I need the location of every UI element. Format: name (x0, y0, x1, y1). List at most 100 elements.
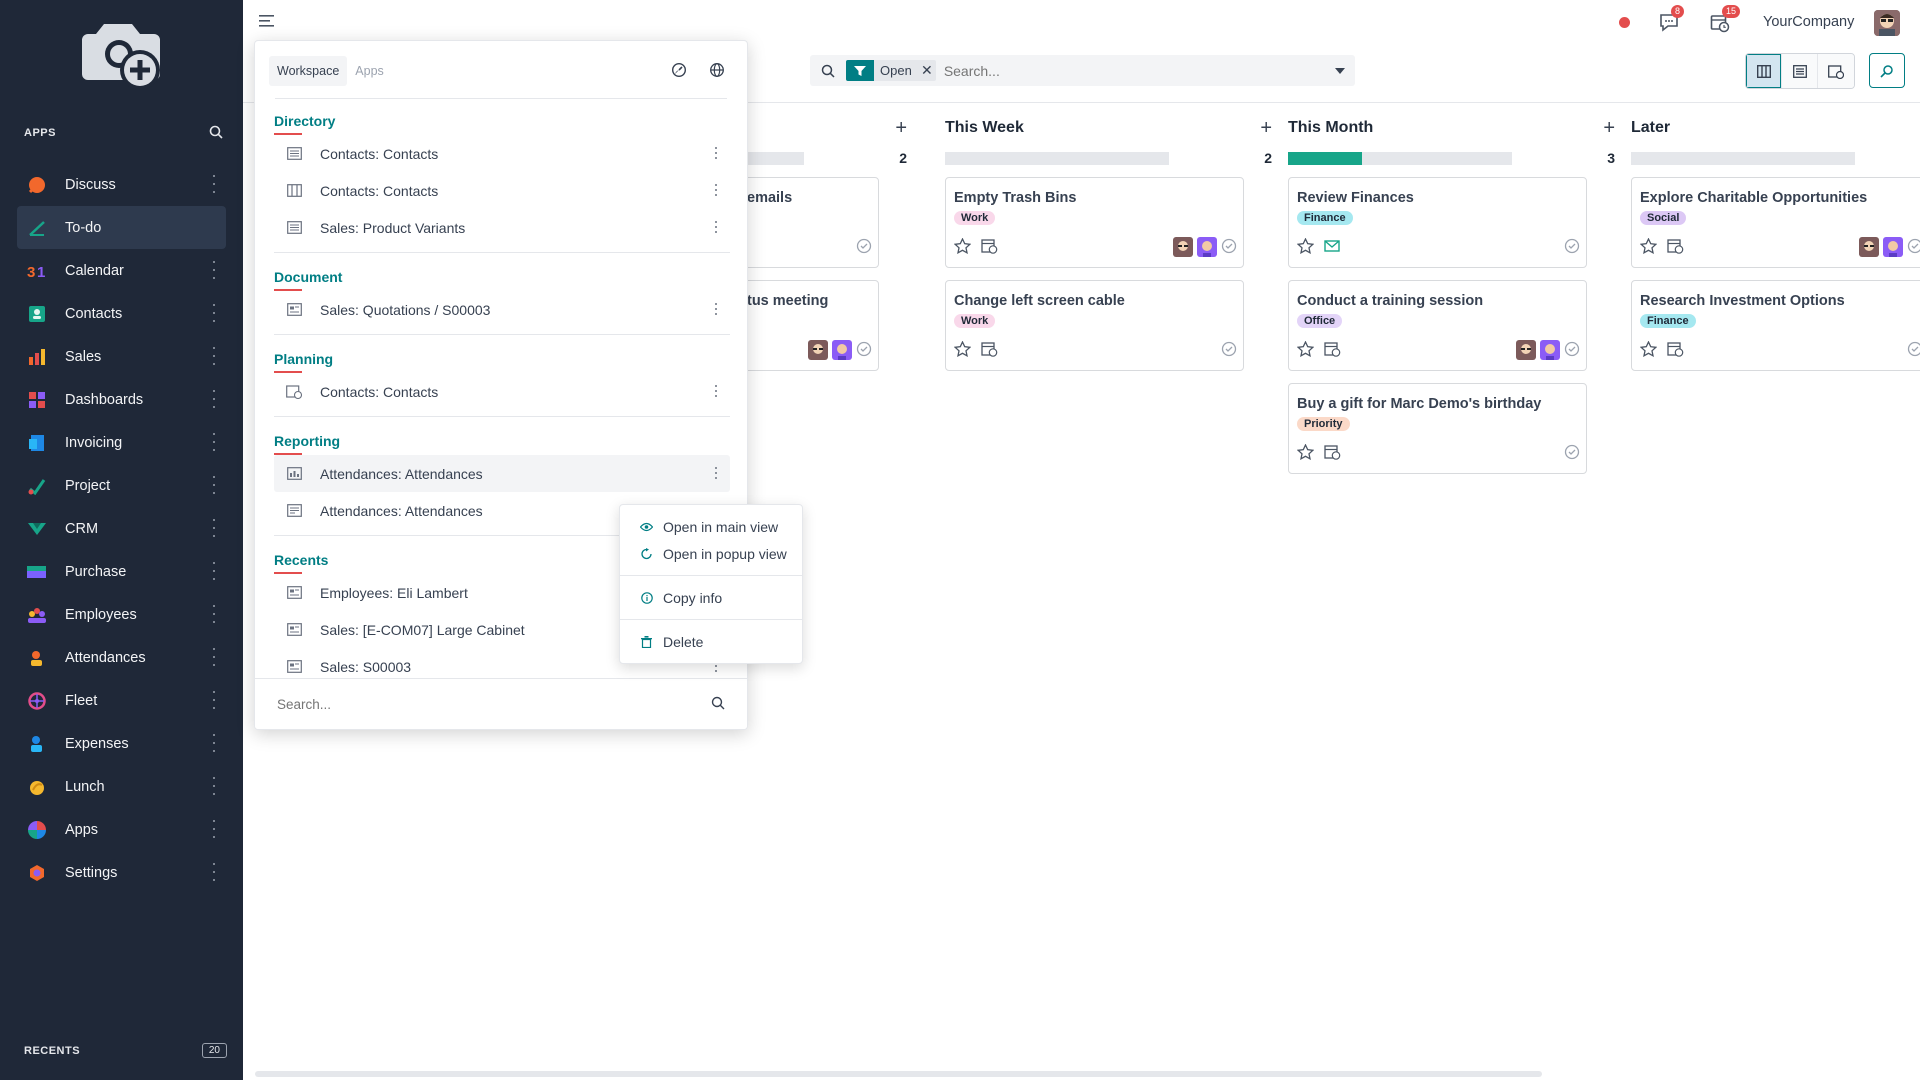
kanban-progress-bar[interactable] (1288, 151, 1512, 165)
more-icon[interactable] (714, 467, 718, 479)
kanban-progress-bar[interactable] (1631, 151, 1855, 165)
sidebar-item-contacts[interactable]: Contacts (17, 292, 226, 335)
sidebar-item-employees[interactable]: Employees (17, 593, 226, 636)
list-item[interactable]: Contacts: Contacts (274, 135, 730, 172)
sidebar-item-lunch[interactable]: Lunch (17, 765, 226, 808)
done-check-icon[interactable] (1221, 341, 1237, 360)
sidebar-item-invoicing[interactable]: Invoicing (17, 421, 226, 464)
star-icon[interactable] (953, 340, 972, 360)
sidebar-item-purchase[interactable]: Purchase (17, 550, 226, 593)
avatar[interactable] (1540, 340, 1560, 360)
search-input[interactable] (935, 62, 1325, 79)
sidebar-item-expenses[interactable]: Expenses (17, 722, 226, 765)
sidebar-item-discuss[interactable]: Discuss (17, 163, 226, 206)
done-check-icon[interactable] (1564, 238, 1580, 257)
done-check-icon[interactable] (1564, 444, 1580, 463)
more-icon[interactable] (210, 519, 218, 537)
kanban-view-button[interactable] (1746, 54, 1782, 88)
add-card-icon[interactable]: + (895, 118, 907, 138)
more-icon[interactable] (210, 734, 218, 752)
more-icon[interactable] (210, 605, 218, 623)
list-item[interactable]: Attendances: Attendances (274, 455, 730, 492)
sidebar-item-dashboards[interactable]: Dashboards (17, 378, 226, 421)
search-icon[interactable] (711, 696, 725, 713)
search-icon[interactable] (209, 125, 223, 142)
user-avatar[interactable] (1874, 10, 1900, 36)
done-check-icon[interactable] (1221, 238, 1237, 257)
company-switcher[interactable]: YourCompany (1763, 14, 1854, 30)
kanban-card[interactable]: Explore Charitable Opportunities Social (1631, 177, 1920, 268)
tab-apps[interactable]: Apps (347, 56, 392, 86)
done-check-icon[interactable] (856, 238, 872, 257)
list-item[interactable]: Contacts: Contacts (274, 373, 730, 410)
avatar[interactable] (808, 340, 828, 360)
menu-item-open-main-view[interactable]: Open in main view (620, 513, 802, 540)
more-icon[interactable] (210, 433, 218, 451)
company-logo-icon[interactable] (74, 10, 174, 94)
more-icon[interactable] (714, 221, 718, 233)
list-item[interactable]: Sales: Quotations / S00003 (274, 291, 730, 328)
more-icon[interactable] (210, 863, 218, 881)
history-icon[interactable] (671, 62, 687, 81)
messages-button[interactable]: 8 (1659, 5, 1685, 33)
sidebar-item-attendances[interactable]: Attendances (17, 636, 226, 679)
more-icon[interactable] (714, 184, 718, 196)
star-icon[interactable] (1639, 340, 1658, 360)
sidebar-item-sales[interactable]: Sales (17, 335, 226, 378)
done-check-icon[interactable] (1907, 341, 1920, 360)
horizontal-scrollbar[interactable] (255, 1071, 1542, 1077)
more-icon[interactable] (714, 385, 718, 397)
side-panel-toggle-button[interactable] (1869, 53, 1905, 88)
kanban-progress-bar[interactable] (945, 151, 1169, 165)
sidebar-item-todo[interactable]: To-do (17, 206, 226, 249)
activity-clock-icon[interactable] (1324, 444, 1341, 463)
activities-button[interactable]: 15 (1710, 5, 1741, 33)
kanban-card[interactable]: Conduct a training session Office (1288, 280, 1587, 371)
activity-clock-icon[interactable] (1667, 238, 1684, 257)
menu-item-copy-info[interactable]: Copy info (620, 584, 802, 611)
avatar[interactable] (832, 340, 852, 360)
kanban-card[interactable]: Change left screen cable Work (945, 280, 1244, 371)
more-icon[interactable] (210, 777, 218, 795)
kanban-card[interactable]: Empty Trash Bins Work (945, 177, 1244, 268)
star-icon[interactable] (953, 237, 972, 257)
filter-facet[interactable]: Open ✕ (846, 60, 936, 81)
list-item[interactable]: Contacts: Contacts (274, 172, 730, 209)
avatar[interactable] (1516, 340, 1536, 360)
more-icon[interactable] (714, 303, 718, 315)
more-icon[interactable] (210, 261, 218, 279)
star-icon[interactable] (1296, 340, 1315, 360)
activity-clock-icon[interactable] (1667, 341, 1684, 360)
add-card-icon[interactable]: + (1260, 118, 1272, 138)
star-icon[interactable] (1296, 443, 1315, 463)
more-icon[interactable] (210, 390, 218, 408)
more-icon[interactable] (210, 820, 218, 838)
globe-icon[interactable] (709, 62, 725, 81)
sidebar-item-project[interactable]: Project (17, 464, 226, 507)
sidebar-item-fleet[interactable]: Fleet (17, 679, 226, 722)
email-icon[interactable] (1324, 238, 1341, 257)
done-check-icon[interactable] (856, 341, 872, 360)
menu-item-delete[interactable]: Delete (620, 628, 802, 655)
more-icon[interactable] (210, 476, 218, 494)
done-check-icon[interactable] (1564, 341, 1580, 360)
sidebar-item-apps[interactable]: Apps (17, 808, 226, 851)
done-check-icon[interactable] (1907, 238, 1920, 257)
add-card-icon[interactable]: + (1603, 118, 1615, 138)
star-icon[interactable] (1639, 237, 1658, 257)
more-icon[interactable] (210, 175, 218, 193)
menu-item-open-popup-view[interactable]: Open in popup view (620, 540, 802, 567)
sidebar-item-crm[interactable]: CRM (17, 507, 226, 550)
calendar-view-button[interactable] (1818, 54, 1854, 88)
remove-facet-icon[interactable]: ✕ (917, 60, 936, 81)
popover-search-input[interactable] (277, 697, 711, 712)
recording-indicator-icon[interactable] (1619, 17, 1630, 28)
search-options-icon[interactable] (1325, 67, 1355, 74)
kanban-card[interactable]: Review Finances Finance (1288, 177, 1587, 268)
menu-toggle-icon[interactable] (259, 14, 275, 28)
avatar[interactable] (1859, 237, 1879, 257)
tab-workspace[interactable]: Workspace (269, 56, 348, 86)
list-item[interactable]: Sales: Product Variants (274, 209, 730, 246)
avatar[interactable] (1173, 237, 1193, 257)
search-icon[interactable] (810, 64, 846, 78)
